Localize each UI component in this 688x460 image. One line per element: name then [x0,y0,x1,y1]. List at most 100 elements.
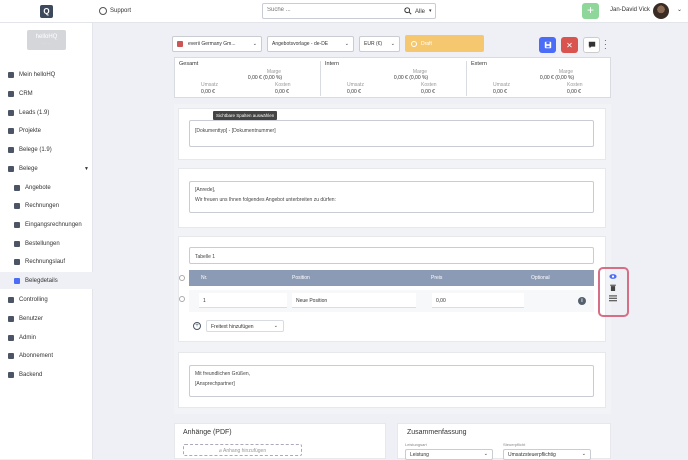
save-button[interactable] [539,37,556,53]
backend-icon [8,371,14,378]
search-icon[interactable] [404,7,412,15]
row-preis-field[interactable]: 0,00 [432,293,524,308]
sidebar-item-mein-hellohq[interactable]: Mein helloHQ [0,66,93,83]
document-details-icon [14,277,20,284]
user-name[interactable]: Jan-David Vick [610,7,650,13]
chevron-down-icon: ⌄ [344,41,349,47]
info-icon[interactable]: i [578,297,586,305]
sidebar-item-controlling[interactable]: Controlling [0,291,93,308]
caret-down-icon: ▼ [84,165,89,172]
sidebar-item-eingangsrechnungen[interactable]: Eingangsrechnungen [0,216,93,233]
sidebar-item-belege[interactable]: Belege ▼ [0,160,93,177]
row-position-field[interactable]: Neue Position [292,293,416,308]
table-header: Nr. Position Preis Optional [189,270,594,286]
select-all-checkbox[interactable] [179,275,185,281]
column-header-nr: Nr. [201,275,208,281]
intro-line: Wir freuen uns Ihnen folgendes Angebot u… [195,197,336,203]
more-options-icon[interactable]: · · · [604,37,607,53]
subscription-icon [8,352,14,359]
summary-intern: Intern Marge 0,00 € (0,00 %) Umsatz 0,00… [325,61,437,95]
crm-icon [8,90,14,97]
sidebar-item-crm[interactable]: CRM [0,85,93,102]
support-link[interactable]: Support [99,7,131,15]
sidebar-item-admin[interactable]: Admin [0,329,93,346]
chevron-down-icon[interactable]: ▾ [429,8,432,14]
status-badge[interactable]: Draft [405,35,484,52]
template-select[interactable]: Angebotsvorlage - de-DE ⌄ [267,36,354,52]
sidebar-item-abonnement[interactable]: Abonnement [0,347,93,364]
closing-line: Mit freundlichen Grüßen, [195,371,251,377]
comment-button[interactable] [583,37,600,53]
sidebar-item-rechnungslauf[interactable]: Rechnungslauf [0,253,93,270]
users-icon [8,315,14,322]
invoice-icon [14,202,20,209]
sidebar-item-belege-1-9[interactable]: Belege (1.9) [0,141,93,158]
offer-icon [14,184,20,191]
avatar[interactable] [653,3,669,19]
attachments-title: Anhänge (PDF) [183,429,232,436]
app-logo[interactable]: Q [40,5,53,18]
paperclip-icon: ⌀ [218,448,222,454]
sidebar-item-angebote[interactable]: Angebote [0,179,93,196]
summary-bottom-title: Zusammenfassung [407,429,467,436]
chevron-down-icon: ⌄ [252,41,257,47]
chevron-down-icon[interactable]: ⌄ [677,6,682,13]
chevron-down-icon: ⌄ [581,451,586,457]
steuerpflicht-select[interactable]: Umsatzsteuerpflichtig ⌄ [503,449,591,460]
add-circle-icon[interactable]: + [193,322,201,330]
table-name-field[interactable]: Tabelle 1 [189,247,594,264]
document-title-field[interactable]: [Dokumenttyp] - [Dokumentnummer] [189,120,594,147]
sidebar-item-rechnungen[interactable]: Rechnungen [0,197,93,214]
top-bar: Q Support Alle ▾ + Jan-David Vick ⌄ [0,0,688,23]
sidebar-item-projekte[interactable]: Projekte [0,122,93,139]
leads-icon [8,109,14,116]
column-header-preis: Preis [431,275,443,281]
sidebar-item-belegdetails[interactable]: Belegdetails [0,272,93,289]
cancel-button[interactable]: ✕ [561,37,578,53]
projects-icon [8,127,14,134]
drag-handle-icon[interactable] [609,295,617,302]
brand-logo: helloHQ ...... [27,30,66,50]
currency-select[interactable]: EUR (€) ⌄ [359,36,400,52]
support-label: Support [110,8,132,14]
order-icon [14,240,20,247]
row-nr-field[interactable]: 1 [199,293,287,308]
leistungsart-select[interactable]: Leistung ⌄ [405,449,493,460]
tools-icon [8,334,14,341]
search-input[interactable] [267,7,387,13]
steuerpflicht-label: Steuerpflicht [503,442,526,447]
column-header-optional: Optional [531,275,550,281]
incoming-invoice-icon [14,221,20,228]
controlling-icon [8,296,14,303]
add-attachment-button[interactable]: ⌀ Anhang hinzufügen [183,444,302,456]
chevron-down-icon: ⌄ [273,323,278,329]
globe-icon [99,7,107,15]
summary-panel: Gesamt Marge 0,00 € (0,00 %) Umsatz 0,00… [174,57,611,98]
closing-text-field[interactable]: Mit freundlichen Grüßen, [Ansprechpartne… [189,365,594,397]
invoice-run-icon [14,258,20,265]
row-checkbox[interactable] [179,296,185,302]
company-select[interactable]: everii Germany Gm... ⌄ [172,36,262,52]
save-icon [544,41,551,49]
document-icon [8,146,14,153]
intro-text-field[interactable]: [Anrede], Wir freuen uns Ihnen folgendes… [189,181,594,213]
tooltip: Sichtbare Spalten auswählen [213,111,278,120]
search-scope[interactable]: Alle [415,9,425,15]
add-freetext-select[interactable]: Freitext hinzufügen ⌄ [206,320,284,332]
search-box[interactable]: Alle ▾ [262,3,436,19]
sidebar-item-bestellungen[interactable]: Bestellungen [0,235,93,252]
trash-icon[interactable] [609,284,617,291]
add-button[interactable]: + [582,3,599,19]
sidebar-item-benutzer[interactable]: Benutzer [0,310,93,327]
table-row: 1 Neue Position 0,00 [189,290,594,312]
comment-icon [588,41,595,49]
chevron-down-icon: ⌄ [483,451,488,457]
leistungsart-label: Leistungsart [405,442,427,447]
row-actions [609,273,619,306]
document-icon [8,165,14,172]
sidebar-item-leads[interactable]: Leads (1.9) [0,104,93,121]
eye-icon[interactable] [609,273,617,280]
sidebar-item-backend[interactable]: Backend [0,366,93,383]
dashboard-icon [8,71,14,78]
summary-gesamt: Gesamt Marge 0,00 € (0,00 %) Umsatz 0,00… [179,61,291,95]
